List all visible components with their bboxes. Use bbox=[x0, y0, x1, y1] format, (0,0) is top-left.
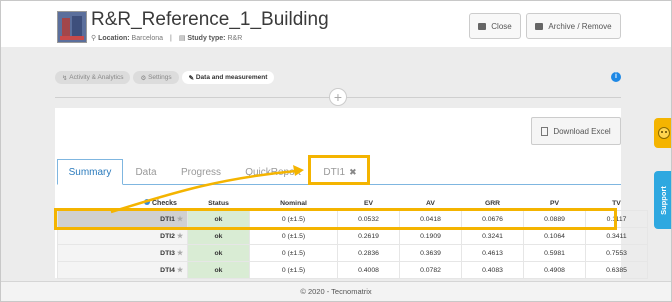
feedback-tab[interactable] bbox=[654, 118, 671, 148]
star-icon[interactable]: ★ bbox=[177, 233, 183, 240]
cell-ev: 0.4008 bbox=[337, 261, 400, 279]
cell-pv: 0.5981 bbox=[523, 244, 586, 262]
cell-grr: 0.3241 bbox=[461, 227, 524, 245]
highlight-box-tab bbox=[308, 155, 370, 185]
download-excel-button[interactable]: Download Excel bbox=[531, 117, 621, 145]
tab-data-label: Data and measurement bbox=[195, 74, 268, 81]
tab-progress-label: Progress bbox=[180, 166, 221, 178]
cell-pv: 0.1064 bbox=[523, 227, 586, 245]
archive-icon bbox=[535, 22, 544, 30]
file-icon bbox=[541, 126, 549, 136]
meta-separator: | bbox=[170, 35, 172, 42]
table-row[interactable]: DTI3 ★ ok 0 (±1.5) 0.2836 0.3639 0.4613 0… bbox=[57, 244, 648, 262]
cell-ev: 0.2836 bbox=[337, 244, 400, 262]
cell-av: 0.1909 bbox=[399, 227, 462, 245]
smiley-icon bbox=[657, 127, 670, 139]
location-pin-icon: ⚲ bbox=[91, 35, 97, 42]
row-name[interactable]: DTI3 ★ bbox=[57, 244, 188, 262]
app-window: R&R_Reference_1_Building ⚲ Location: Bar… bbox=[0, 0, 672, 302]
tab-data-text: Data bbox=[135, 166, 157, 178]
tab-summary[interactable]: Summary bbox=[57, 159, 123, 185]
tab-progress[interactable]: Progress bbox=[173, 159, 229, 185]
cell-grr: 0.4083 bbox=[461, 261, 524, 279]
status-badge: ok bbox=[187, 227, 250, 245]
cell-ev: 0.2619 bbox=[337, 227, 400, 245]
tab-quickreport[interactable]: QuickReport bbox=[241, 159, 305, 185]
pencil-icon: ✎ bbox=[188, 74, 195, 82]
gear-icon: ⚙ bbox=[140, 74, 147, 82]
cell-tv: 0.3411 bbox=[585, 227, 648, 245]
table-row[interactable]: DTI2 ★ ok 0 (±1.5) 0.2619 0.1909 0.3241 0… bbox=[57, 227, 648, 245]
study-type-value: R&R bbox=[227, 35, 243, 42]
download-excel-label: Download Excel bbox=[553, 126, 611, 136]
row-name[interactable]: DTI4 ★ bbox=[57, 261, 188, 279]
location-value: Barcelona bbox=[131, 35, 164, 42]
study-meta: ⚲ Location: Barcelona | ▤ Study type: R&… bbox=[91, 34, 242, 42]
tab-settings-label: Settings bbox=[148, 74, 172, 81]
tab-activity-analytics[interactable]: ↯ Activity & Analytics bbox=[55, 71, 131, 84]
cell-nominal: 0 (±1.5) bbox=[249, 261, 338, 279]
nav-tabs: ↯ Activity & Analytics ⚙ Settings ✎ Data… bbox=[55, 71, 275, 85]
page-title: R&R_Reference_1_Building bbox=[91, 9, 329, 30]
cell-tv: 0.6385 bbox=[585, 261, 648, 279]
info-icon[interactable]: i bbox=[611, 72, 621, 82]
support-tab[interactable]: Support bbox=[654, 171, 671, 229]
footer-text: © 2020 - Tecnomatrix bbox=[300, 287, 372, 296]
row-name[interactable]: DTI2 ★ bbox=[57, 227, 188, 245]
status-badge: ok bbox=[187, 261, 250, 279]
star-icon[interactable]: ★ bbox=[177, 250, 183, 257]
study-type-label: Study type: bbox=[187, 35, 226, 42]
footer: © 2020 - Tecnomatrix bbox=[1, 281, 671, 301]
highlight-box-row bbox=[54, 208, 617, 230]
cell-nominal: 0 (±1.5) bbox=[249, 244, 338, 262]
study-logo bbox=[57, 11, 87, 43]
tab-activity-label: Activity & Analytics bbox=[69, 74, 124, 81]
tab-summary-label: Summary bbox=[68, 166, 112, 178]
support-label: Support bbox=[659, 185, 668, 215]
status-badge: ok bbox=[187, 244, 250, 262]
tab-quickreport-label: QuickReport bbox=[245, 166, 301, 178]
tab-settings[interactable]: ⚙ Settings bbox=[133, 71, 179, 84]
cell-tv: 0.7553 bbox=[585, 244, 648, 262]
tab-underline bbox=[123, 184, 621, 185]
tab-data-and-measurement[interactable]: ✎ Data and measurement bbox=[181, 71, 275, 84]
folder-icon bbox=[478, 22, 487, 30]
header: R&R_Reference_1_Building ⚲ Location: Bar… bbox=[1, 1, 671, 47]
cell-av: 0.0782 bbox=[399, 261, 462, 279]
close-button[interactable]: Close bbox=[469, 13, 521, 39]
location-label: Location: bbox=[98, 35, 130, 42]
close-button-label: Close bbox=[491, 21, 512, 31]
cell-grr: 0.4613 bbox=[461, 244, 524, 262]
cell-av: 0.3639 bbox=[399, 244, 462, 262]
star-icon[interactable]: ★ bbox=[177, 267, 183, 274]
study-type-icon: ▤ bbox=[178, 35, 186, 42]
table-row[interactable]: DTI4 ★ ok 0 (±1.5) 0.4008 0.0782 0.4083 0… bbox=[57, 261, 648, 279]
tab-data[interactable]: Data bbox=[129, 159, 163, 185]
cell-nominal: 0 (±1.5) bbox=[249, 227, 338, 245]
archive-remove-button[interactable]: Archive / Remove bbox=[526, 13, 621, 39]
chart-icon: ↯ bbox=[62, 74, 68, 82]
add-icon[interactable]: + bbox=[329, 88, 347, 106]
archive-button-label: Archive / Remove bbox=[548, 21, 612, 31]
cell-pv: 0.4908 bbox=[523, 261, 586, 279]
